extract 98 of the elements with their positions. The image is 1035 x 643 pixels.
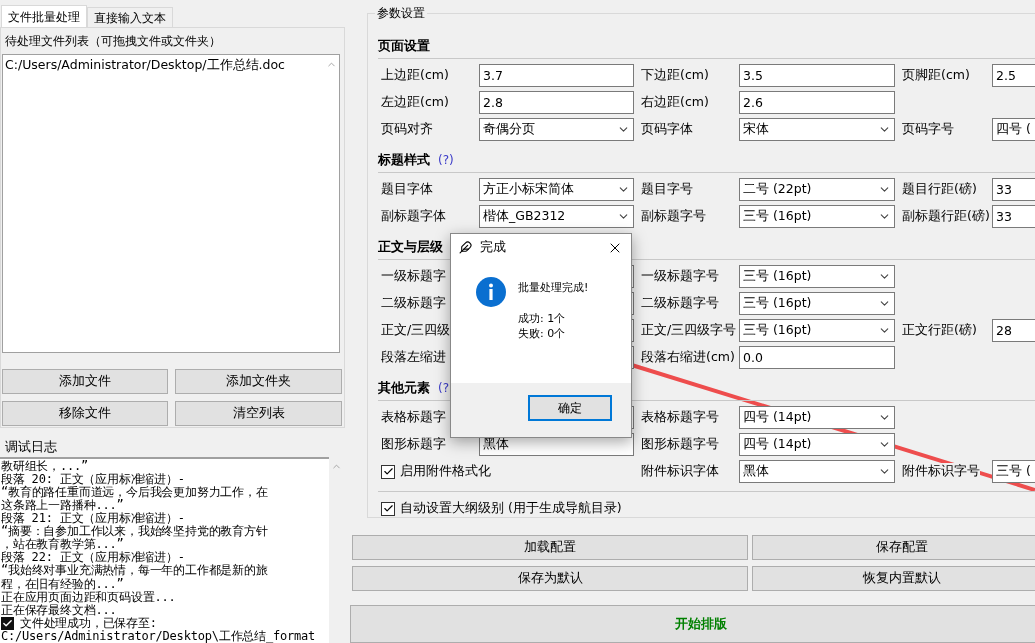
log-line: 教研组长，...” [1,459,89,473]
list-item[interactable]: C:/Users/Administrator/Desktop/工作总结.doc [5,57,322,73]
config-button[interactable]: 加载配置 [352,535,748,560]
input-field[interactable]: 33 [992,205,1035,228]
feather-icon [459,241,472,254]
input-field[interactable]: 3.5 [739,64,895,87]
section-title: 页面设置 [378,37,430,55]
field-label: 页码字号 [902,121,954,138]
file-list[interactable]: C:/Users/Administrator/Desktop/工作总结.doc [2,54,340,353]
input-field[interactable]: 四号 ( [992,118,1035,141]
input-field[interactable]: 2.6 [739,91,895,114]
dropdown[interactable]: 宋体 [739,118,895,141]
checkbox[interactable] [381,464,395,479]
dropdown[interactable]: 黑体 [739,460,895,483]
field-label: 段落左缩进 [381,349,446,366]
ok-button[interactable]: 确定 [528,395,612,421]
dialog-title: 完成 [480,239,507,256]
field-label: 表格标题字 [381,409,446,426]
log-line: 文件处理成功，已保存至: [20,616,157,630]
dropdown[interactable]: 三号 (16pt) [739,319,895,342]
dropdown[interactable]: 三号 (16pt) [739,292,895,315]
log-line: 段落 21: 正文（应用标准缩进）- [1,512,185,526]
field-label: 页脚距(cm) [902,67,970,84]
group-label: 待处理文件列表（可拖拽文件或文件夹） [5,35,222,48]
help-link[interactable]: (? [438,381,450,395]
dropdown[interactable]: 二号 (22pt) [739,178,895,201]
field-label: 段落右缩进(cm) [641,349,735,366]
action-button[interactable]: 添加文件夹 [175,369,342,394]
field-label: 题目行距(磅) [902,181,977,198]
dropdown[interactable]: 楷体_GB2312 [479,205,634,228]
log-line: 正在应用页面边距和页码设置... [1,590,176,604]
dialog-detail: 失败: 0个 [518,326,567,341]
field-label: 一级标题字号 [641,268,719,285]
dropdown[interactable]: 四号 (14pt) [739,406,895,429]
config-button[interactable]: 恢复内置默认 [752,566,1035,591]
section-title: 其他元素 [378,379,430,397]
section-title: 正文与层级 [378,238,443,256]
checkbox-label: 自动设置大纲级别 (用于生成导航目录) [400,500,622,517]
action-button[interactable]: 移除文件 [2,401,168,426]
action-button[interactable]: 清空列表 [175,401,342,426]
input-field[interactable]: 三号 ( [992,460,1035,483]
log-line: “教育的路任重而道远，今后我会更加努力工作，在 [1,485,268,499]
log-line: 程，在旧有经验的...” [1,577,124,591]
log-line: 段落 20: 正文（应用标准缩进）- [1,472,185,486]
field-label: 页码字体 [641,121,693,138]
field-label: 副标题行距(磅) [902,208,990,225]
field-label: 图形标题字 [381,436,446,453]
dropdown[interactable]: 三号 (16pt) [739,265,895,288]
input-field[interactable]: 28 [992,319,1035,342]
input-field[interactable]: 2.8 [479,91,634,114]
field-label: 一级标题字 [381,268,446,285]
field-label: 二级标题字 [381,295,446,312]
help-link[interactable]: (?) [438,153,454,167]
field-label: 附件标识字体 [641,463,719,480]
log-line: 段落 22: 正文（应用标准缩进）- [1,551,185,565]
input-field[interactable]: 0.0 [739,346,895,369]
log-line: “我始终对事业充满热情，每一年的工作都是新的旅 [1,564,268,578]
field-label: 正文/三四级字号 [641,322,737,339]
input-field[interactable]: 2.5 [992,64,1035,87]
tab[interactable]: 直接输入文本 [87,7,173,28]
start-button[interactable]: 开始排版 [350,605,1035,643]
field-label: 左边距(cm) [381,94,449,111]
field-label: 下边距(cm) [641,67,709,84]
input-field[interactable]: 3.7 [479,64,634,87]
field-label: 上边距(cm) [381,67,449,84]
dropdown[interactable]: 奇偶分页 [479,118,634,141]
field-label: 正文行距(磅) [902,322,977,339]
input-field[interactable]: 33 [992,178,1035,201]
field-label: 正文/三四级 [381,322,451,339]
field-label: 题目字号 [641,181,693,198]
config-button[interactable]: 保存为默认 [352,566,748,591]
dropdown[interactable]: 三号 (16pt) [739,205,895,228]
field-label: 右边距(cm) [641,94,709,111]
log-line: C:/Users/Administrator/Desktop\工作总结_format [1,629,316,643]
field-label: 副标题字体 [381,208,446,225]
section-title: 标题样式 [378,151,430,169]
field-label: 图形标题字号 [641,436,719,453]
field-label: 副标题字号 [641,208,706,225]
dialog-detail: 成功: 1个 [518,311,567,326]
group-label: 调试日志 [5,439,58,454]
action-button[interactable]: 添加文件 [2,369,168,394]
config-button[interactable]: 保存配置 [752,535,1035,560]
field-label: 二级标题字号 [641,295,719,312]
group-label: 参数设置 [375,5,427,22]
field-label: 表格标题字号 [641,409,719,426]
dropdown[interactable]: 方正小标宋简体 [479,178,634,201]
field-label: 页码对齐 [381,121,433,138]
field-label: 附件标识字号 [902,463,980,480]
dropdown[interactable]: 四号 (14pt) [739,433,895,456]
log-line: 这条路上一路播种...” [1,498,124,512]
log-line: ，站在教育教学第...” [1,538,124,552]
dialog-message: 批量处理完成! [518,280,589,295]
checkbox[interactable] [381,501,395,516]
log-line: 正在保存最终文档... [1,603,117,617]
info-icon [476,277,506,307]
field-label: 题目字体 [381,181,433,198]
tab[interactable]: 文件批量处理 [1,5,87,28]
checkbox-label: 启用附件格式化 [400,463,491,480]
